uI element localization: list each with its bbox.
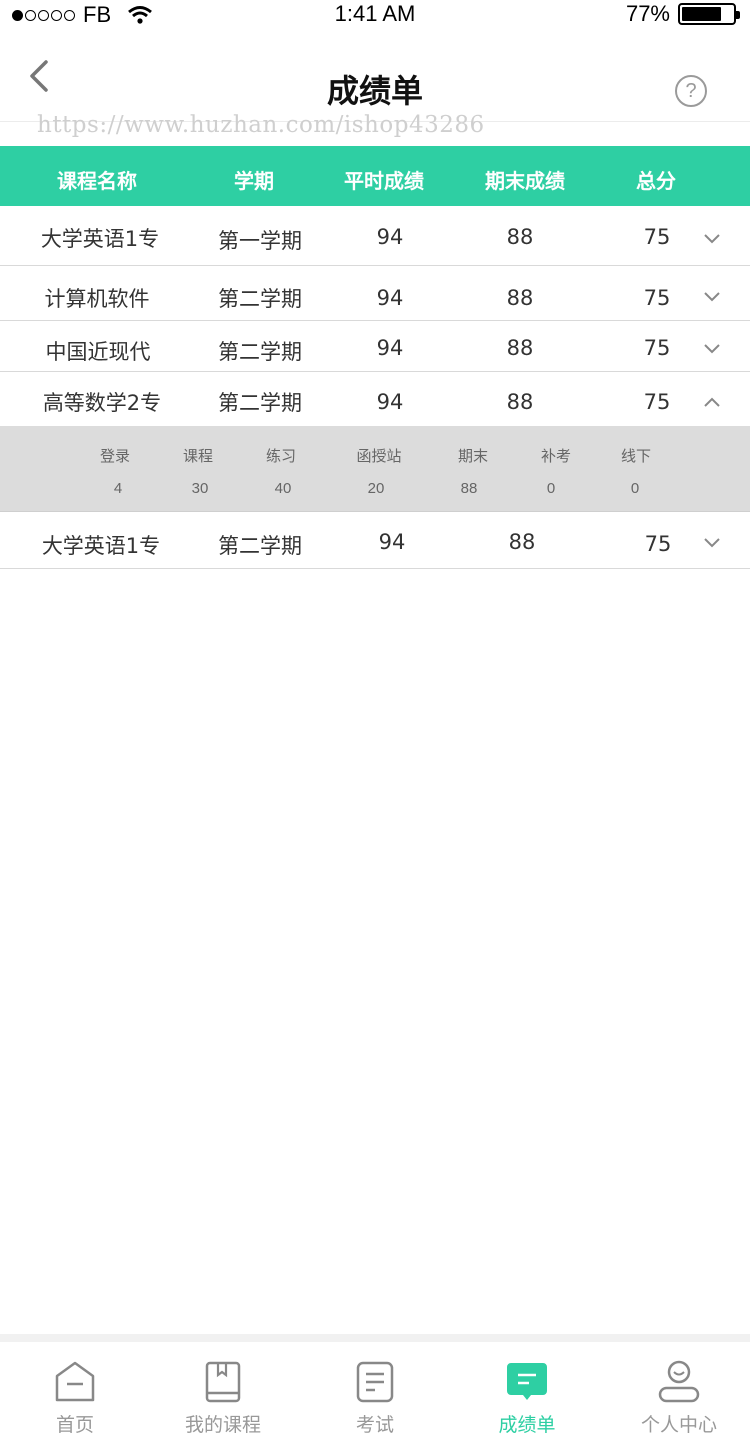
course-name: 计算机软件 [44,287,150,311]
battery-icon [678,3,740,25]
regular-score: 94 [378,530,406,554]
book-icon [205,1361,241,1403]
exam-paper-icon [356,1361,394,1403]
status-bar: FB 1:41 AM 77% [0,0,750,30]
header-course-name: 课程名称 [57,169,137,193]
term: 第二学期 [218,340,302,364]
tab-home[interactable]: 首页 [0,1350,150,1434]
final-score: 88 [506,225,534,249]
detail-label: 期末 [457,447,489,465]
page-title: 成绩单 [326,72,423,110]
detail-label: 函授站 [356,447,402,465]
tab-exam[interactable]: 考试 [300,1350,450,1434]
tab-transcript[interactable]: 成绩单 [452,1350,602,1434]
chevron-up-icon[interactable] [703,396,721,408]
table-row-expanded[interactable]: 高等数学2专 第二学期 94 88 75 [0,372,750,426]
final-score: 88 [506,336,534,360]
final-score: 88 [506,286,534,310]
bottom-tab-bar: 首页 我的课程 考试 成绩单 个人中心 [0,1334,750,1434]
header-term: 学期 [234,169,274,193]
table-row[interactable]: 大学英语1专 第二学期 94 88 75 [0,512,750,569]
term: 第二学期 [218,534,302,558]
term: 第二学期 [218,391,302,415]
final-score: 88 [506,390,534,414]
total-score: 75 [643,225,671,249]
detail-value: 4 [113,480,123,497]
course-name: 高等数学2专 [42,391,162,415]
tab-personal-center[interactable]: 个人中心 [604,1350,750,1434]
watermark-text: https://www.huzhan.com/ishop43286 [37,112,485,138]
chevron-down-icon[interactable] [703,342,721,354]
score-detail-panel: 登录 课程 练习 函授站 期末 补考 线下 4 30 40 20 88 0 0 [0,426,750,512]
table-row[interactable]: 中国近现代 第二学期 94 88 75 [0,321,750,372]
tab-label: 成绩单 [498,1414,556,1434]
tab-label: 考试 [355,1414,394,1434]
tab-label: 首页 [55,1414,94,1434]
table-row[interactable]: 大学英语1专 第一学期 94 88 75 [0,206,750,266]
chevron-down-icon[interactable] [703,232,721,244]
battery-percent: 77% [625,1,670,26]
course-name: 大学英语1专 [40,227,160,251]
regular-score: 94 [376,225,404,249]
detail-label: 登录 [99,447,131,465]
user-icon [658,1360,700,1403]
detail-value: 30 [191,480,209,497]
regular-score: 94 [376,336,404,360]
tab-label: 我的课程 [184,1414,261,1434]
tab-label: 个人中心 [640,1414,717,1434]
term: 第一学期 [218,229,302,253]
tab-my-courses[interactable]: 我的课程 [148,1350,298,1434]
course-name: 中国近现代 [45,340,151,364]
detail-value: 20 [367,480,385,497]
course-name: 大学英语1专 [41,534,161,558]
help-question-icon[interactable]: ? [675,75,707,107]
total-score: 75 [643,390,671,414]
total-score: 75 [644,532,672,556]
header-final-score: 期末成绩 [485,169,565,193]
detail-label: 练习 [265,447,297,465]
chevron-down-icon[interactable] [703,536,721,548]
detail-value: 0 [546,480,556,497]
total-score: 75 [643,336,671,360]
detail-value: 40 [274,480,292,497]
chevron-down-icon[interactable] [703,290,721,302]
total-score: 75 [643,286,671,310]
home-icon [55,1361,95,1402]
regular-score: 94 [376,390,404,414]
detail-label: 课程 [182,447,214,465]
term: 第二学期 [218,287,302,311]
table-row[interactable]: 计算机软件 第二学期 94 88 75 [0,266,750,321]
table-header: 课程名称 学期 平时成绩 期末成绩 总分 [0,146,750,206]
detail-value: 88 [460,480,478,497]
status-right: 77% [625,1,740,27]
transcript-icon [507,1363,547,1400]
final-score: 88 [508,530,536,554]
navigation-bar: 成绩单 ? [0,40,750,122]
detail-value: 0 [630,480,640,497]
detail-label: 线下 [620,447,652,465]
header-total-score: 总分 [636,169,676,193]
detail-label: 补考 [540,447,572,465]
regular-score: 94 [376,286,404,310]
header-regular-score: 平时成绩 [344,169,424,193]
